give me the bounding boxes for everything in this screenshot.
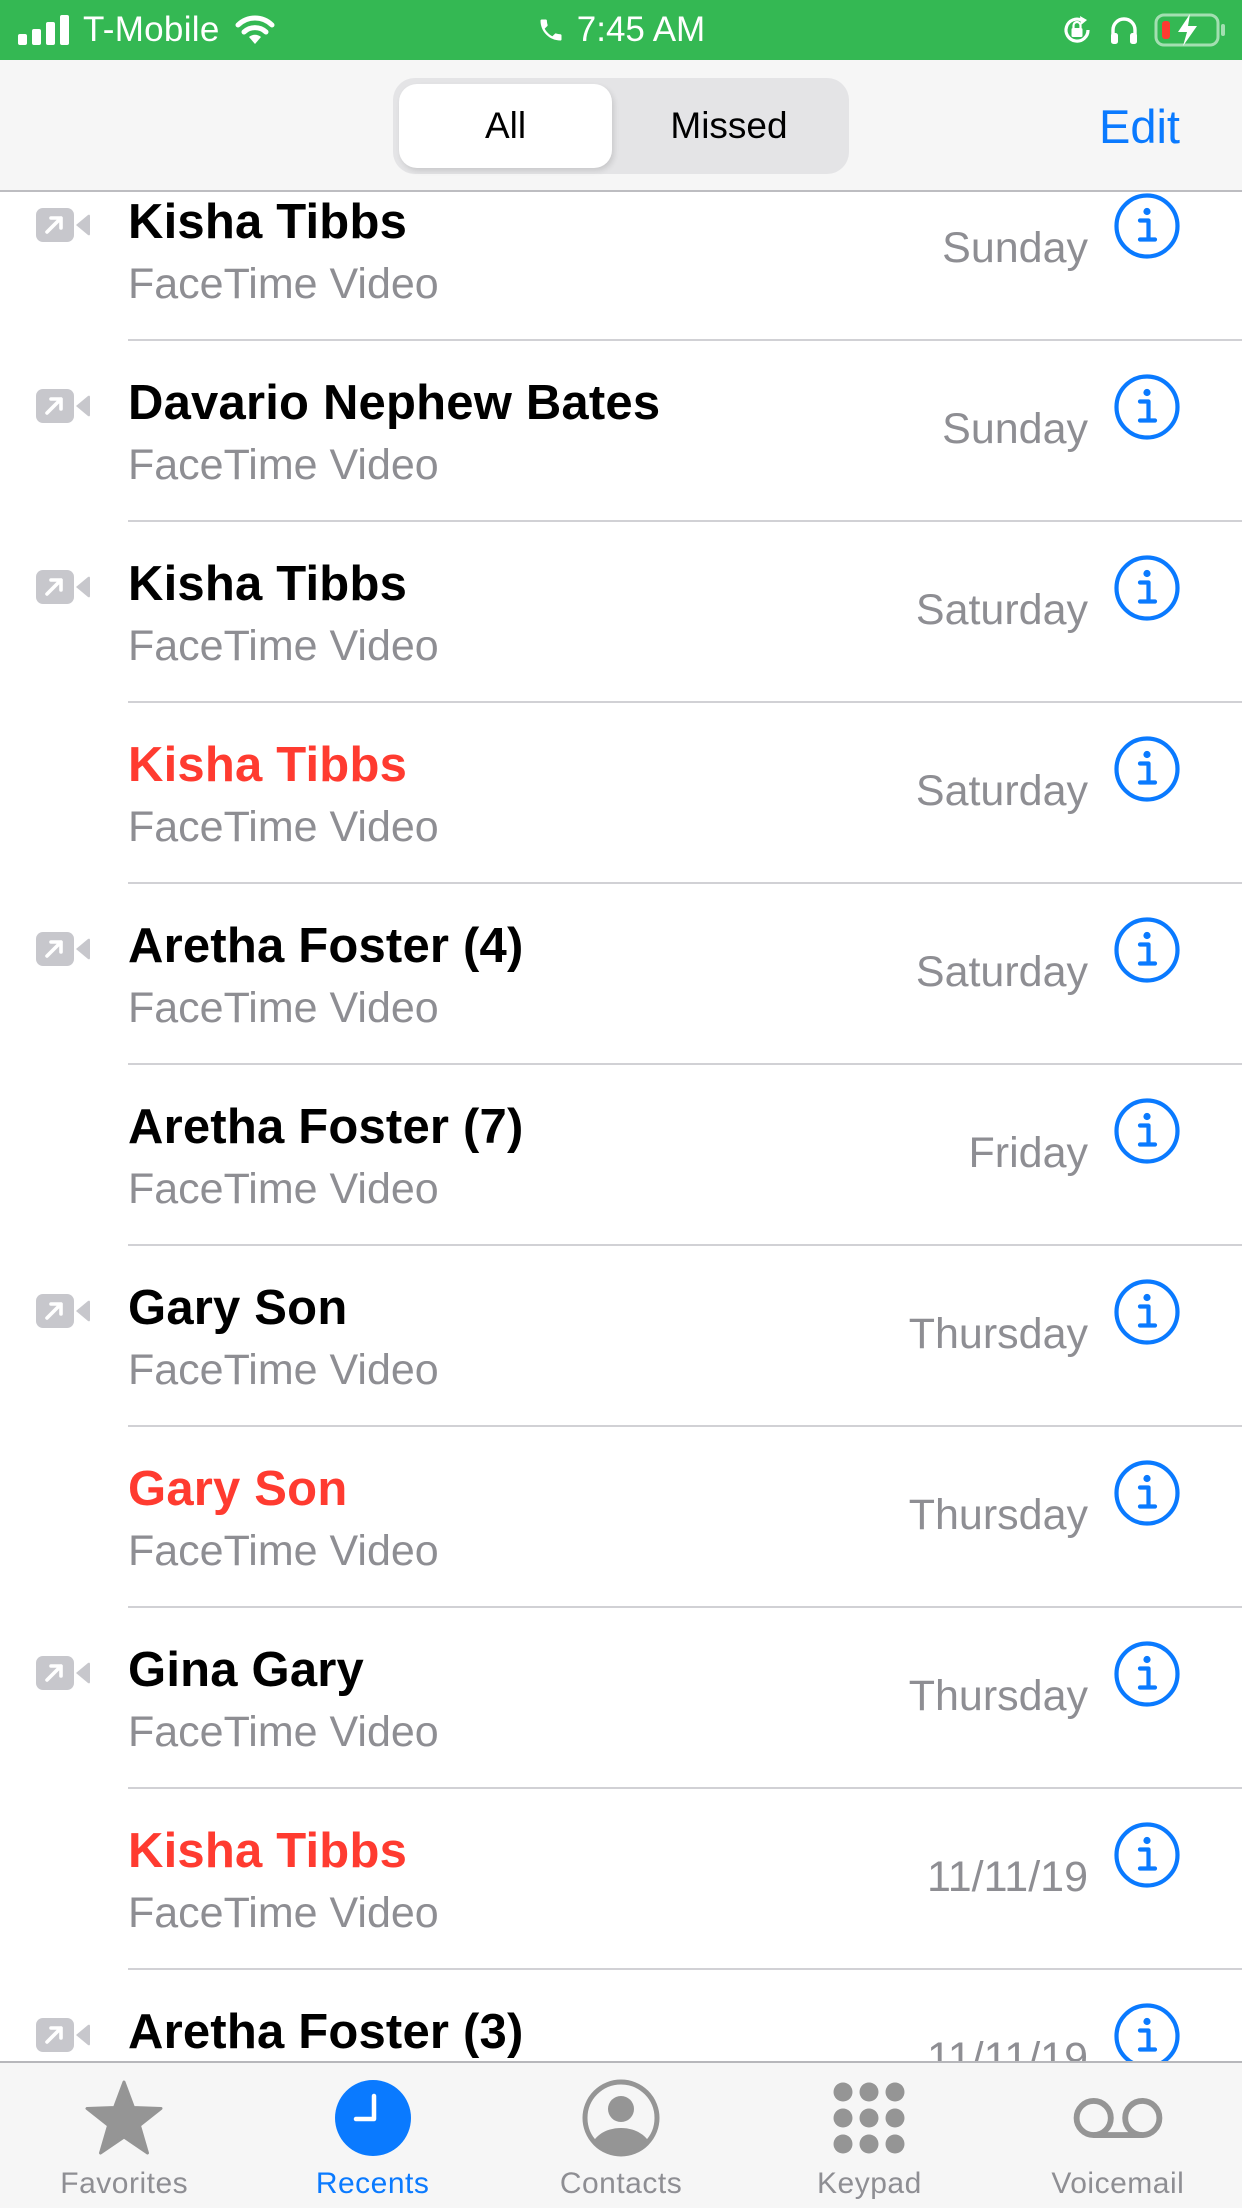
call-type: FaceTime Video [128, 622, 439, 670]
recent-call-row[interactable]: Gary Son FaceTime Video Thursday [0, 1246, 1242, 1427]
caller-name: Kisha Tibbs [128, 1824, 408, 1878]
caller-name: Gina Gary [128, 1643, 365, 1697]
star-icon [79, 2079, 169, 2157]
call-type: FaceTime Video [128, 1165, 439, 1213]
status-bar-left: T-Mobile [18, 0, 276, 60]
orientation-lock-icon [1064, 16, 1090, 43]
caller-name: Gary Son [128, 1281, 348, 1335]
info-icon[interactable] [1113, 916, 1181, 984]
caller-name: Gary Son [128, 1462, 348, 1516]
info-icon[interactable] [1113, 735, 1181, 803]
edit-button[interactable]: Edit [1099, 60, 1180, 192]
status-bar-right [1060, 0, 1228, 60]
caller-name: Aretha Foster (3) [128, 2005, 524, 2059]
call-date: Sunday [942, 405, 1088, 453]
wifi-icon [235, 15, 275, 44]
info-icon[interactable] [1113, 1459, 1181, 1527]
caller-name: Kisha Tibbs [128, 195, 408, 249]
call-type: FaceTime Video [128, 260, 439, 308]
call-date: Saturday [915, 767, 1088, 815]
recent-call-row[interactable]: Davario Nephew Bates FaceTime Video Sund… [0, 341, 1242, 522]
status-time: 7:45 AM [576, 10, 706, 49]
call-date: Thursday [908, 1491, 1088, 1539]
tab-keypad[interactable]: Keypad [745, 2063, 993, 2208]
outgoing-video-call-icon [36, 1656, 90, 1690]
caller-name: Kisha Tibbs [128, 738, 408, 792]
status-bar: T-Mobile 7:45 AM [0, 0, 1242, 60]
info-icon[interactable] [1113, 1821, 1181, 1889]
outgoing-video-call-icon [36, 389, 90, 423]
clock-icon [328, 2079, 418, 2157]
tab-favorites[interactable]: Favorites [0, 2063, 248, 2208]
tab-contacts[interactable]: Contacts [497, 2063, 745, 2208]
tab-voicemail-label: Voicemail [1051, 2167, 1185, 2200]
info-icon[interactable] [1113, 1278, 1181, 1346]
info-icon[interactable] [1113, 1640, 1181, 1708]
call-date: Saturday [915, 948, 1088, 996]
segment-all-label: All [484, 105, 527, 146]
phone-call-icon [540, 19, 562, 41]
segment-missed-label: Missed [670, 105, 788, 146]
info-icon[interactable] [1113, 1097, 1181, 1165]
recent-call-row[interactable]: Kisha Tibbs FaceTime Video Saturday [0, 703, 1242, 884]
caller-name: Aretha Foster (7) [128, 1100, 524, 1154]
call-date: Saturday [915, 586, 1088, 634]
outgoing-video-call-icon [36, 2018, 90, 2052]
recent-call-row[interactable]: Kisha Tibbs FaceTime Video Saturday [0, 522, 1242, 703]
caller-name: Kisha Tibbs [128, 557, 408, 611]
info-icon[interactable] [1113, 554, 1181, 622]
carrier-name: T-Mobile [83, 10, 220, 49]
call-type: FaceTime Video [128, 984, 439, 1032]
person-circle-icon [576, 2079, 666, 2157]
recents-list[interactable]: Kisha Tibbs FaceTime Video Sunday Davari… [0, 160, 1242, 2151]
recent-call-row[interactable]: Aretha Foster (7) FaceTime Video Friday [0, 1065, 1242, 1246]
nav-bar: All Missed Edit [0, 60, 1242, 192]
call-date: Thursday [908, 1672, 1088, 1720]
info-icon[interactable] [1113, 373, 1181, 441]
segment-all[interactable]: All [399, 84, 612, 168]
caller-name: Aretha Foster (4) [128, 919, 524, 973]
recent-call-row[interactable]: Aretha Foster (4) FaceTime Video Saturda… [0, 884, 1242, 1065]
headphones-icon [1111, 17, 1137, 44]
outgoing-video-call-icon [36, 932, 90, 966]
tab-favorites-label: Favorites [60, 2167, 189, 2200]
tab-recents-label: Recents [315, 2167, 430, 2200]
tab-keypad-label: Keypad [817, 2167, 922, 2200]
recent-call-row[interactable]: Gina Gary FaceTime Video Thursday [0, 1608, 1242, 1789]
tab-voicemail[interactable]: Voicemail [994, 2063, 1242, 2208]
battery-charging-icon [1154, 13, 1225, 47]
info-icon[interactable] [1113, 2002, 1181, 2070]
recents-filter-segmented-control[interactable]: All Missed [393, 78, 849, 174]
recent-call-row[interactable]: Gary Son FaceTime Video Thursday [0, 1427, 1242, 1608]
call-type: FaceTime Video [128, 803, 439, 851]
outgoing-video-call-icon [36, 208, 90, 242]
outgoing-video-call-icon [36, 570, 90, 604]
call-type: FaceTime Video [128, 1889, 439, 1937]
call-date: Thursday [908, 1310, 1088, 1358]
voicemail-icon [1073, 2079, 1163, 2157]
tab-recents[interactable]: Recents [248, 2063, 496, 2208]
recent-call-row[interactable]: Kisha Tibbs FaceTime Video 11/11/19 [0, 1789, 1242, 1970]
signal-icon [18, 15, 69, 45]
info-icon[interactable] [1113, 192, 1181, 260]
call-type: FaceTime Video [128, 1527, 439, 1575]
call-type: FaceTime Video [128, 1708, 439, 1756]
call-date: 11/11/19 [927, 1853, 1088, 1901]
tab-bar: Favorites Recents Contacts Keypad Voicem… [0, 2061, 1242, 2208]
call-type: FaceTime Video [128, 441, 439, 489]
segment-missed[interactable]: Missed [615, 84, 843, 168]
tab-contacts-label: Contacts [559, 2167, 683, 2200]
call-type: FaceTime Video [128, 1346, 439, 1394]
call-date: Friday [968, 1129, 1088, 1177]
keypad-icon [824, 2079, 914, 2157]
caller-name: Davario Nephew Bates [128, 376, 661, 430]
outgoing-video-call-icon [36, 1294, 90, 1328]
